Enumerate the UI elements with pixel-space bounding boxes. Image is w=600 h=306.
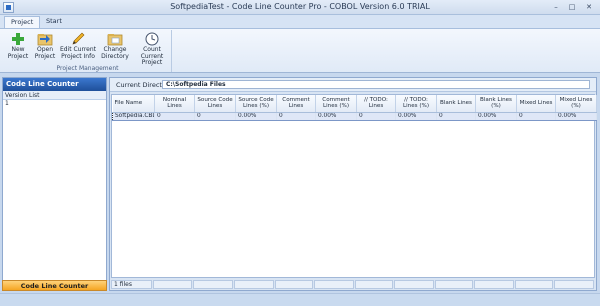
table-header-row: File Name Nominal Lines Source Code Line…: [112, 95, 597, 113]
status-cell: [474, 280, 514, 289]
version-list-header: Version List: [3, 91, 106, 100]
current-directory-field[interactable]: C:\Softpedia Files: [162, 80, 590, 89]
project-management-group: New Project Open Project Edit Current Pr…: [3, 30, 172, 72]
results-grid: File Name Nominal Lines Source Code Line…: [111, 94, 597, 278]
column-header[interactable]: Mixed Lines: [516, 95, 556, 113]
left-panel-title: Code Line Counter: [3, 78, 106, 91]
status-cell: [193, 280, 233, 289]
status-cell: [515, 280, 553, 289]
status-cell: [153, 280, 192, 289]
ribbon-tab-row: Project Start: [0, 15, 600, 28]
table-cell: 0: [516, 111, 556, 121]
open-project-label: Open Project: [34, 46, 56, 60]
window-title: SoftpediaTest - Code Line Counter Pro - …: [170, 2, 430, 11]
table-cell: 0: [436, 111, 476, 121]
table-cell: 0: [356, 111, 396, 121]
status-cell: [234, 280, 274, 289]
count-current-project-label: Count Current Project: [140, 46, 164, 66]
column-header[interactable]: // TODO: Lines (%): [395, 95, 437, 113]
table-cell: 0.00%: [315, 111, 357, 121]
folder-change-icon: [107, 34, 123, 46]
column-header[interactable]: Comment Lines (%): [315, 95, 357, 113]
edit-project-info-label: Edit Current Project Info: [59, 46, 97, 60]
column-header[interactable]: File Name: [112, 95, 155, 113]
table-cell: 0: [276, 111, 316, 121]
status-cell: [554, 280, 594, 289]
table-cell: 0: [194, 111, 236, 121]
column-header[interactable]: Mixed Lines (%): [555, 95, 597, 113]
status-cell: [275, 280, 313, 289]
group-label: Project Management: [56, 65, 119, 72]
folder-open-icon: [37, 34, 53, 46]
maximize-icon[interactable]: □: [566, 2, 578, 12]
column-header[interactable]: Source Code Lines: [194, 95, 236, 113]
grid-status-bar: 1 files: [111, 280, 595, 289]
window-bottom-strip: [0, 293, 600, 306]
column-header[interactable]: // TODO: Lines: [356, 95, 396, 113]
left-panel: Code Line Counter Version List 1 Code Li…: [2, 77, 107, 291]
status-cell: [435, 280, 473, 289]
change-directory-button[interactable]: Change Directory: [99, 32, 131, 60]
code-line-counter-nav-button[interactable]: Code Line Counter: [2, 280, 107, 291]
table-cell: 0.00%: [475, 111, 517, 121]
table-cell: 0: [154, 111, 195, 121]
change-directory-label: Change Directory: [101, 46, 129, 60]
close-icon[interactable]: ✕: [583, 2, 595, 12]
tab-start[interactable]: Start: [40, 16, 68, 28]
column-header[interactable]: Blank Lines (%): [475, 95, 517, 113]
status-cell: [355, 280, 393, 289]
table-cell: Softpedia.CBL: [112, 111, 155, 121]
edit-project-info-button[interactable]: Edit Current Project Info: [59, 32, 97, 60]
right-panel: Current Directory: C:\Softpedia Files Fi…: [109, 77, 597, 291]
status-cell: [394, 280, 434, 289]
table-cell: 0.00%: [395, 111, 437, 121]
tab-project[interactable]: Project: [4, 16, 41, 28]
count-current-project-button[interactable]: Count Current Project: [133, 32, 171, 67]
results-table: File Name Nominal Lines Source Code Line…: [112, 95, 597, 121]
new-project-label: New Project: [7, 46, 29, 60]
new-project-button[interactable]: New Project: [5, 32, 31, 60]
status-cell: [314, 280, 354, 289]
clock-icon: [145, 32, 159, 46]
table-row[interactable]: Softpedia.CBL 0 0 0.00% 0 0.00% 0 0.00% …: [112, 111, 597, 121]
pencil-icon: [72, 32, 85, 45]
directory-bar: Current Directory: C:\Softpedia Files: [110, 78, 596, 92]
column-header[interactable]: Comment Lines: [276, 95, 316, 113]
column-header[interactable]: Blank Lines: [436, 95, 476, 113]
minimize-icon[interactable]: –: [550, 2, 562, 12]
plus-icon: [12, 33, 24, 45]
table-cell: 0.00%: [555, 111, 597, 121]
open-project-button[interactable]: Open Project: [33, 32, 57, 60]
file-count-status: 1 files: [111, 280, 152, 289]
title-bar: SoftpediaTest - Code Line Counter Pro - …: [0, 0, 600, 15]
ribbon: New Project Open Project Edit Current Pr…: [0, 28, 600, 73]
column-header[interactable]: Source Code Lines (%): [235, 95, 277, 113]
version-list-item[interactable]: 1: [3, 100, 106, 108]
column-header[interactable]: Nominal Lines: [154, 95, 195, 113]
table-cell: 0.00%: [235, 111, 277, 121]
